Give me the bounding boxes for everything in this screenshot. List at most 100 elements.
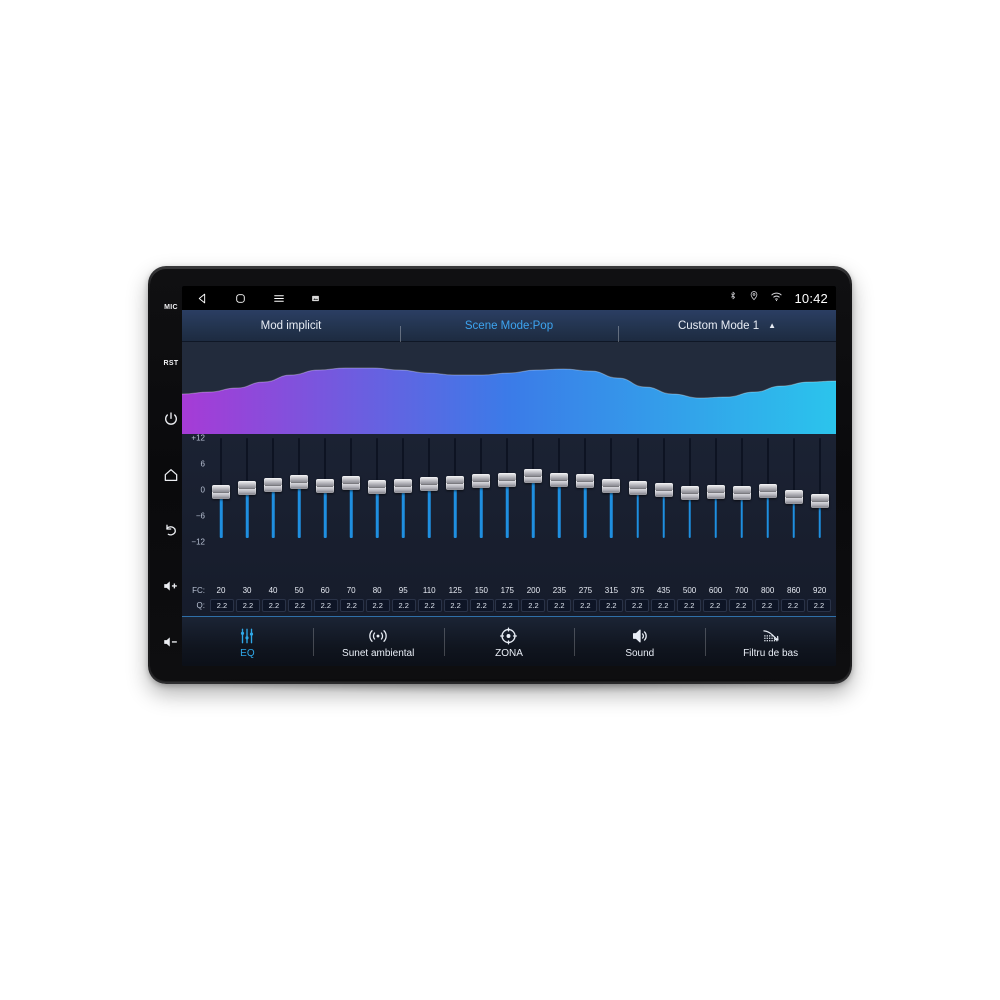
slider-knob[interactable] (498, 472, 517, 487)
slider-knob[interactable] (810, 493, 829, 508)
eq-band-slider[interactable] (705, 438, 727, 538)
slider-knob[interactable] (732, 485, 751, 500)
slider-knob[interactable] (212, 485, 230, 500)
back-key[interactable] (154, 503, 188, 559)
reset-key[interactable]: RST (154, 336, 188, 392)
q-value[interactable]: 2.2 (417, 599, 442, 612)
nav-item-bass-filter-label: Filtru de bas (743, 647, 799, 659)
slider-knob[interactable] (706, 485, 725, 500)
q-value[interactable]: 2.2 (261, 599, 286, 612)
slider-knob[interactable] (758, 483, 777, 498)
q-value[interactable]: 2.2 (780, 599, 805, 612)
slider-knob[interactable] (394, 479, 413, 494)
eq-band-slider[interactable] (262, 438, 284, 538)
slider-knob[interactable] (628, 481, 647, 495)
q-value[interactable]: 2.2 (339, 599, 364, 612)
eq-band-slider[interactable] (418, 438, 440, 538)
screenshot-icon[interactable] (311, 294, 320, 303)
eq-band-slider[interactable] (522, 438, 544, 538)
eq-band-slider[interactable] (288, 438, 310, 538)
menu-hamburger-icon[interactable] (272, 292, 286, 305)
volume-down-key[interactable] (154, 614, 188, 670)
q-value[interactable]: 2.2 (703, 599, 728, 612)
slider-knob[interactable] (264, 477, 283, 492)
q-value[interactable]: 2.2 (365, 599, 390, 612)
q-value[interactable]: 2.2 (729, 599, 754, 612)
fc-value: 435 (656, 586, 671, 595)
chevron-up-icon[interactable]: ▲ (768, 321, 776, 330)
eq-band-slider[interactable] (627, 438, 649, 538)
q-value[interactable]: 2.2 (755, 599, 780, 612)
mic-key[interactable]: MIC (154, 280, 188, 336)
q-value[interactable]: 2.2 (443, 599, 468, 612)
eq-band (210, 438, 232, 538)
nav-item-eq[interactable]: EQ (182, 617, 313, 666)
slider-knob[interactable] (342, 476, 361, 490)
mode-item-custom[interactable]: Custom Mode 1 ▲ (618, 320, 836, 342)
volume-down-icon (164, 637, 177, 647)
eq-band-slider[interactable] (444, 438, 466, 538)
power-key[interactable] (154, 391, 188, 447)
q-value[interactable]: 2.2 (573, 599, 598, 612)
eq-band-slider[interactable] (653, 438, 675, 538)
slider-knob[interactable] (238, 481, 257, 495)
eq-band-slider[interactable] (470, 438, 492, 538)
slider-knob[interactable] (784, 490, 803, 505)
slider-knob[interactable] (602, 479, 621, 494)
home-key[interactable] (154, 447, 188, 503)
mode-item-default[interactable]: Mod implicit (182, 320, 400, 332)
eq-band-slider[interactable] (548, 438, 570, 538)
slider-knob[interactable] (420, 477, 439, 492)
slider-knob[interactable] (680, 486, 699, 500)
eq-band-slider[interactable] (809, 438, 831, 538)
slider-knob[interactable] (472, 473, 491, 488)
q-value[interactable]: 2.2 (625, 599, 650, 612)
eq-band-slider[interactable] (236, 438, 258, 538)
eq-band-slider[interactable] (496, 438, 518, 538)
q-value[interactable]: 2.2 (210, 599, 234, 612)
slider-knob[interactable] (368, 479, 387, 494)
back-triangle-icon[interactable] (196, 292, 209, 305)
eq-band-slider[interactable] (574, 438, 596, 538)
q-value[interactable]: 2.2 (677, 599, 702, 612)
slider-knob[interactable] (576, 474, 595, 489)
fc-value: 80 (372, 586, 382, 595)
eq-band-slider[interactable] (314, 438, 336, 538)
volume-up-key[interactable] (154, 559, 188, 615)
eq-band-slider[interactable] (392, 438, 414, 538)
q-value[interactable]: 2.2 (521, 599, 546, 612)
q-value[interactable]: 2.2 (806, 599, 831, 612)
eq-band-slider[interactable] (340, 438, 362, 538)
q-value[interactable]: 2.2 (235, 599, 260, 612)
eq-band-slider[interactable] (210, 438, 232, 538)
slider-knob[interactable] (550, 473, 569, 488)
eq-band-slider[interactable] (600, 438, 622, 538)
eq-band-slider[interactable] (679, 438, 701, 538)
slider-knob[interactable] (524, 469, 543, 484)
mode-item-scene[interactable]: Scene Mode:Pop (400, 320, 618, 342)
q-value[interactable]: 2.2 (547, 599, 572, 612)
eq-band-slider[interactable] (366, 438, 388, 538)
home-square-icon[interactable] (234, 292, 247, 305)
nav-item-zone[interactable]: ZONA (443, 617, 575, 666)
nav-item-bass-filter[interactable]: Filtru de bas (705, 617, 836, 666)
eq-band-slider[interactable] (757, 438, 779, 538)
q-value[interactable]: 2.2 (599, 599, 624, 612)
q-value[interactable]: 2.2 (391, 599, 416, 612)
slider-knob[interactable] (654, 482, 673, 497)
nav-item-surround[interactable]: Sunet ambiental (312, 617, 444, 666)
q-value[interactable]: 2.2 (469, 599, 494, 612)
eq-band-slider[interactable] (783, 438, 805, 538)
q-value[interactable]: 2.2 (313, 599, 338, 612)
slider-knob[interactable] (290, 475, 309, 490)
slider-knob[interactable] (446, 476, 465, 491)
q-value[interactable]: 2.2 (287, 599, 312, 612)
eq-band (627, 438, 649, 538)
power-icon (165, 412, 177, 426)
slider-fill (428, 484, 431, 538)
q-value[interactable]: 2.2 (495, 599, 520, 612)
nav-item-sound[interactable]: Sound (574, 617, 705, 666)
slider-knob[interactable] (316, 478, 335, 493)
q-value[interactable]: 2.2 (651, 599, 676, 612)
eq-band-slider[interactable] (731, 438, 753, 538)
